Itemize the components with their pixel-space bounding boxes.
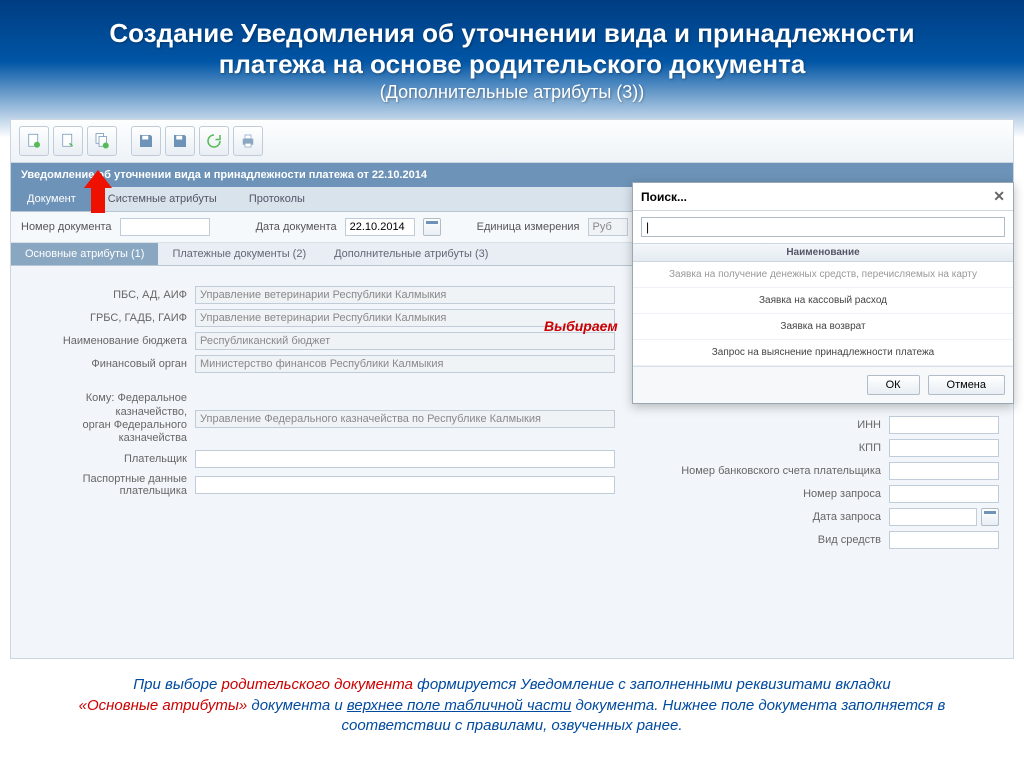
tab-additional-attrs[interactable]: Дополнительные атрибуты (3) [320,243,502,265]
save-as-button[interactable] [165,126,195,156]
komu-input[interactable] [195,410,615,428]
inn-input[interactable] [889,416,999,434]
copy-doc-button[interactable] [87,126,117,156]
save-button[interactable] [131,126,161,156]
budget-input[interactable] [195,332,615,350]
vid-input[interactable] [889,531,999,549]
doc-date-input[interactable] [345,218,415,236]
cancel-button[interactable]: Отмена [928,375,1005,395]
annotation-arrow-up [84,170,112,214]
reqdate-label: Дата запроса [669,511,889,523]
search-title: Поиск... [641,190,687,204]
finorg-input[interactable] [195,355,615,373]
inn-label: ИНН [669,419,889,431]
tab-system-attrs[interactable]: Системные атрибуты [92,187,233,211]
footer-note: При выборе родительского документа форми… [50,675,974,736]
refresh-button[interactable] [199,126,229,156]
doc-number-input[interactable] [120,218,210,236]
print-button[interactable] [233,126,263,156]
kpp-label: КПП [669,442,889,454]
unit-label: Единица измерения [477,221,580,233]
tab-main-attrs[interactable]: Основные атрибуты (1) [11,243,158,265]
ok-button[interactable]: ОК [867,375,920,395]
title-line-1: Создание Уведомления об уточнении вида и… [40,18,984,49]
payer-label: Плательщик [25,453,195,465]
search-item[interactable]: Заявка на кассовый расход [633,288,1013,314]
right-fields: ИНН КПП Номер банковского счета плательщ… [669,416,999,554]
tab-document[interactable]: Документ [11,187,92,211]
search-input[interactable] [641,217,1005,237]
passport-input[interactable] [195,476,615,494]
bank-label: Номер банковского счета плательщика [669,465,889,477]
search-popup: Поиск... ✕ Наименование Заявка на получен… [632,182,1014,404]
annotation-choose: Выбираем [544,318,618,334]
title-line-2: платежа на основе родительского документ… [40,49,984,80]
vid-label: Вид средств [669,534,889,546]
subtitle: (Дополнительные атрибуты (3)) [40,82,984,103]
app-window: Уведомление об уточнении вида и принадле… [10,119,1014,659]
bank-input[interactable] [889,462,999,480]
doc-date-label: Дата документа [256,221,337,233]
passport-label: Паспортные данные плательщика [25,473,195,497]
tab-payment-docs[interactable]: Платежные документы (2) [158,243,320,265]
req-label: Номер запроса [669,488,889,500]
req-input[interactable] [889,485,999,503]
calendar-icon[interactable] [981,508,999,526]
payer-input[interactable] [195,450,615,468]
budget-label: Наименование бюджета [25,335,195,347]
tab-protocols[interactable]: Протоколы [233,187,321,211]
reqdate-input[interactable] [889,508,977,526]
doc-number-label: Номер документа [21,221,112,233]
slide-title: Создание Уведомления об уточнении вида и… [0,0,1024,111]
unit-input [588,218,628,236]
new-doc-button[interactable] [19,126,49,156]
toolbar [11,120,1013,163]
search-results: Заявка на получение денежных средств, пе… [633,262,1013,366]
calendar-icon[interactable] [423,218,441,236]
pbs-label: ПБС, АД, АИФ [25,289,195,301]
search-column-header: Наименование [633,243,1013,262]
search-item[interactable]: Заявка на возврат [633,314,1013,340]
search-item[interactable]: Заявка на получение денежных средств, пе… [633,262,1013,288]
search-item[interactable]: Запрос на выяснение принадлежности плате… [633,340,1013,366]
komu-label: Кому: Федеральное казначейство,орган Фед… [25,392,195,445]
kpp-input[interactable] [889,439,999,457]
finorg-label: Финансовый орган [25,358,195,370]
open-doc-button[interactable] [53,126,83,156]
close-icon[interactable]: ✕ [993,188,1005,205]
grbs-label: ГРБС, ГАДБ, ГАИФ [25,312,195,324]
pbs-input[interactable] [195,286,615,304]
